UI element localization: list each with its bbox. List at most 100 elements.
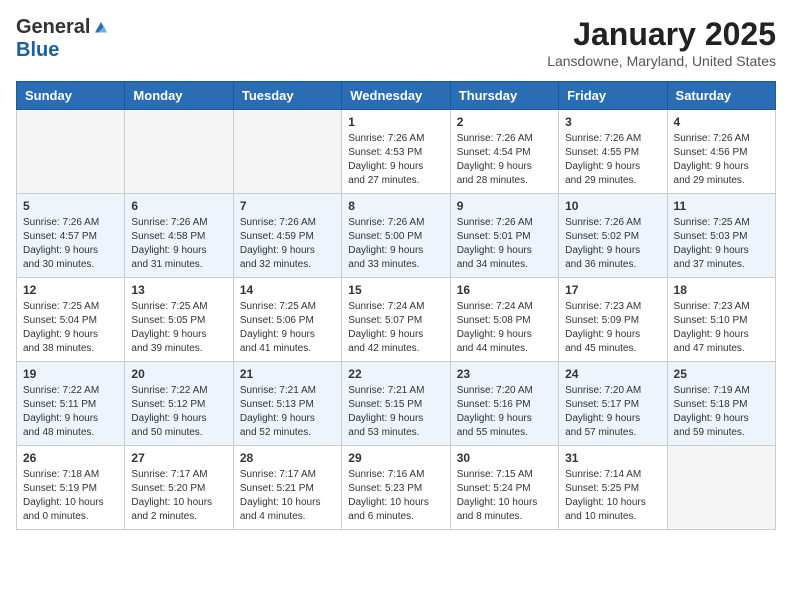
day-info: Sunrise: 7:14 AM Sunset: 5:25 PM Dayligh… [565, 468, 660, 524]
calendar-cell: 24Sunrise: 7:20 AM Sunset: 5:17 PM Dayli… [559, 362, 667, 446]
calendar-cell: 19Sunrise: 7:22 AM Sunset: 5:11 PM Dayli… [17, 362, 125, 446]
day-number: 4 [674, 115, 769, 129]
calendar-week-row: 5 Sunrise: 7:26 AM Sunset: 4:57 PM Daylig… [17, 194, 776, 278]
calendar-cell: 28Sunrise: 7:17 AM Sunset: 5:21 PM Dayli… [233, 446, 341, 530]
calendar-cell: 12 Sunrise: 7:25 AM Sunset: 5:04 PM Dayli… [17, 278, 125, 362]
calendar-header-thursday: Thursday [450, 82, 558, 110]
calendar-header-row: SundayMondayTuesdayWednesdayThursdayFrid… [17, 82, 776, 110]
page-header: General Blue January 2025 Lansdowne, Mar… [16, 16, 776, 69]
day-info: Sunrise: 7:26 AM Sunset: 4:56 PM Dayligh… [674, 132, 769, 188]
day-info: Sunrise: 7:26 AM Sunset: 5:01 PM Dayligh… [457, 216, 552, 272]
calendar-cell: 10 Sunrise: 7:26 AM Sunset: 5:02 PM Dayli… [559, 194, 667, 278]
calendar-cell: 7 Sunrise: 7:26 AM Sunset: 4:59 PM Daylig… [233, 194, 341, 278]
calendar-header-wednesday: Wednesday [342, 82, 450, 110]
calendar-header-monday: Monday [125, 82, 233, 110]
calendar-cell: 13 Sunrise: 7:25 AM Sunset: 5:05 PM Dayli… [125, 278, 233, 362]
calendar-cell: 31 Sunrise: 7:14 AM Sunset: 5:25 PM Dayli… [559, 446, 667, 530]
day-number: 31 [565, 451, 660, 465]
day-info: Sunrise: 7:21 AM Sunset: 5:13 PM Dayligh… [240, 384, 335, 440]
calendar-cell: 15 Sunrise: 7:24 AM Sunset: 5:07 PM Dayli… [342, 278, 450, 362]
day-number: 11 [674, 199, 769, 213]
day-number: 5 [23, 199, 118, 213]
logo: General Blue [16, 16, 110, 62]
day-number: 15 [348, 283, 443, 297]
calendar-cell: 8 Sunrise: 7:26 AM Sunset: 5:00 PM Daylig… [342, 194, 450, 278]
day-info: Sunrise: 7:25 AM Sunset: 5:06 PM Dayligh… [240, 300, 335, 356]
day-info: Sunrise: 7:26 AM Sunset: 5:00 PM Dayligh… [348, 216, 443, 272]
day-number: 23 [457, 367, 552, 381]
day-info: Sunrise: 7:24 AM Sunset: 5:07 PM Dayligh… [348, 300, 443, 356]
calendar-header-tuesday: Tuesday [233, 82, 341, 110]
day-number: 9 [457, 199, 552, 213]
day-info: Sunrise: 7:21 AM Sunset: 5:15 PM Dayligh… [348, 384, 443, 440]
calendar-header-sunday: Sunday [17, 82, 125, 110]
calendar-cell: 4 Sunrise: 7:26 AM Sunset: 4:56 PM Daylig… [667, 110, 775, 194]
day-info: Sunrise: 7:15 AM Sunset: 5:24 PM Dayligh… [457, 468, 552, 524]
day-info: Sunrise: 7:25 AM Sunset: 5:04 PM Dayligh… [23, 300, 118, 356]
logo-icon [92, 19, 110, 37]
day-number: 18 [674, 283, 769, 297]
day-number: 10 [565, 199, 660, 213]
logo-blue-text: Blue [16, 39, 59, 62]
calendar-cell: 1Sunrise: 7:26 AM Sunset: 4:53 PM Daylig… [342, 110, 450, 194]
calendar-week-row: 26 Sunrise: 7:18 AM Sunset: 5:19 PM Dayli… [17, 446, 776, 530]
day-info: Sunrise: 7:26 AM Sunset: 4:54 PM Dayligh… [457, 132, 552, 188]
day-info: Sunrise: 7:26 AM Sunset: 5:02 PM Dayligh… [565, 216, 660, 272]
day-info: Sunrise: 7:26 AM Sunset: 4:59 PM Dayligh… [240, 216, 335, 272]
calendar-header-saturday: Saturday [667, 82, 775, 110]
calendar-cell [125, 110, 233, 194]
day-info: Sunrise: 7:22 AM Sunset: 5:12 PM Dayligh… [131, 384, 226, 440]
calendar-cell: 17Sunrise: 7:23 AM Sunset: 5:09 PM Dayli… [559, 278, 667, 362]
calendar-cell: 16Sunrise: 7:24 AM Sunset: 5:08 PM Dayli… [450, 278, 558, 362]
day-info: Sunrise: 7:25 AM Sunset: 5:05 PM Dayligh… [131, 300, 226, 356]
day-number: 13 [131, 283, 226, 297]
calendar-cell: 25Sunrise: 7:19 AM Sunset: 5:18 PM Dayli… [667, 362, 775, 446]
logo-general-text: General [16, 16, 90, 39]
day-number: 2 [457, 115, 552, 129]
day-number: 14 [240, 283, 335, 297]
day-number: 16 [457, 283, 552, 297]
day-info: Sunrise: 7:17 AM Sunset: 5:20 PM Dayligh… [131, 468, 226, 524]
title-block: January 2025 Lansdowne, Maryland, United… [547, 16, 776, 69]
day-number: 8 [348, 199, 443, 213]
calendar-cell: 30Sunrise: 7:15 AM Sunset: 5:24 PM Dayli… [450, 446, 558, 530]
day-info: Sunrise: 7:26 AM Sunset: 4:53 PM Dayligh… [348, 132, 443, 188]
calendar-cell: 21 Sunrise: 7:21 AM Sunset: 5:13 PM Dayli… [233, 362, 341, 446]
calendar-cell [17, 110, 125, 194]
day-number: 21 [240, 367, 335, 381]
day-info: Sunrise: 7:18 AM Sunset: 5:19 PM Dayligh… [23, 468, 118, 524]
calendar-cell: 29Sunrise: 7:16 AM Sunset: 5:23 PM Dayli… [342, 446, 450, 530]
calendar-cell: 23 Sunrise: 7:20 AM Sunset: 5:16 PM Dayli… [450, 362, 558, 446]
day-info: Sunrise: 7:25 AM Sunset: 5:03 PM Dayligh… [674, 216, 769, 272]
calendar-cell: 5 Sunrise: 7:26 AM Sunset: 4:57 PM Daylig… [17, 194, 125, 278]
location: Lansdowne, Maryland, United States [547, 53, 776, 69]
day-info: Sunrise: 7:20 AM Sunset: 5:16 PM Dayligh… [457, 384, 552, 440]
day-number: 6 [131, 199, 226, 213]
calendar-cell: 26 Sunrise: 7:18 AM Sunset: 5:19 PM Dayli… [17, 446, 125, 530]
calendar-cell: 6 Sunrise: 7:26 AM Sunset: 4:58 PM Daylig… [125, 194, 233, 278]
day-number: 26 [23, 451, 118, 465]
calendar-cell [233, 110, 341, 194]
calendar-table: SundayMondayTuesdayWednesdayThursdayFrid… [16, 81, 776, 530]
calendar-cell: 18Sunrise: 7:23 AM Sunset: 5:10 PM Dayli… [667, 278, 775, 362]
day-number: 20 [131, 367, 226, 381]
calendar-cell [667, 446, 775, 530]
calendar-cell: 20 Sunrise: 7:22 AM Sunset: 5:12 PM Dayli… [125, 362, 233, 446]
calendar-cell: 11 Sunrise: 7:25 AM Sunset: 5:03 PM Dayli… [667, 194, 775, 278]
day-number: 3 [565, 115, 660, 129]
day-number: 27 [131, 451, 226, 465]
day-number: 22 [348, 367, 443, 381]
calendar-week-row: 1Sunrise: 7:26 AM Sunset: 4:53 PM Daylig… [17, 110, 776, 194]
calendar-cell: 3Sunrise: 7:26 AM Sunset: 4:55 PM Daylig… [559, 110, 667, 194]
calendar-cell: 2 Sunrise: 7:26 AM Sunset: 4:54 PM Daylig… [450, 110, 558, 194]
day-number: 7 [240, 199, 335, 213]
day-number: 12 [23, 283, 118, 297]
day-number: 28 [240, 451, 335, 465]
day-number: 25 [674, 367, 769, 381]
day-info: Sunrise: 7:26 AM Sunset: 4:57 PM Dayligh… [23, 216, 118, 272]
day-info: Sunrise: 7:16 AM Sunset: 5:23 PM Dayligh… [348, 468, 443, 524]
day-info: Sunrise: 7:26 AM Sunset: 4:58 PM Dayligh… [131, 216, 226, 272]
calendar-header-friday: Friday [559, 82, 667, 110]
calendar-week-row: 19Sunrise: 7:22 AM Sunset: 5:11 PM Dayli… [17, 362, 776, 446]
day-number: 17 [565, 283, 660, 297]
